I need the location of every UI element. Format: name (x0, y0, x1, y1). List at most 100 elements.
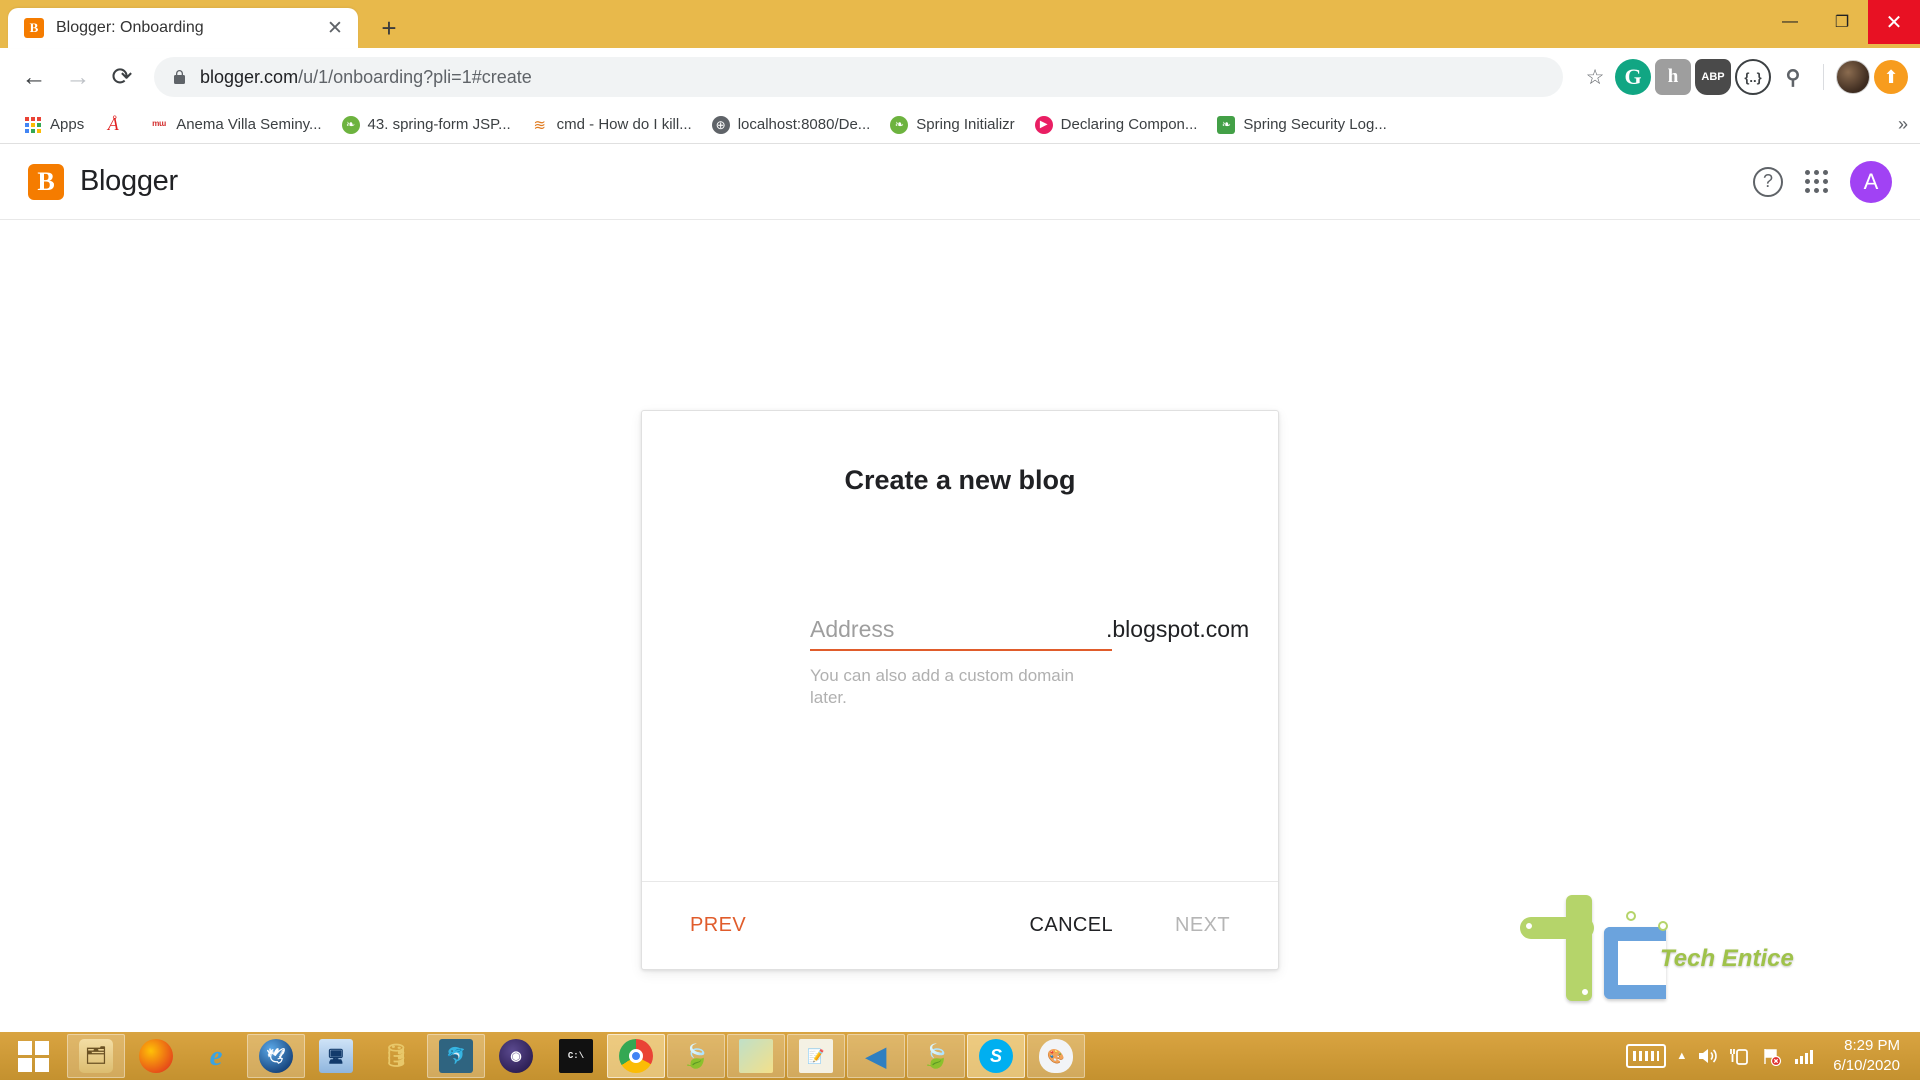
action-center-flag-icon[interactable] (1761, 1046, 1783, 1066)
watermark-letter-t (1566, 895, 1592, 1001)
taskbar-mysql-workbench[interactable]: 🐬 (427, 1034, 485, 1078)
stackoverflow-icon: ≋ (533, 116, 546, 134)
remote-desktop-icon: 🖥 (319, 1039, 353, 1073)
thunderbird-icon: 🕊 (259, 1039, 293, 1073)
show-hidden-icons-icon[interactable]: ▲ (1676, 1050, 1687, 1062)
taskbar-thunderbird[interactable]: 🕊 (247, 1034, 305, 1078)
address-input[interactable] (810, 616, 1106, 643)
maximize-button[interactable]: ❐ (1816, 0, 1868, 44)
colorpick-eyedropper-extension-icon[interactable]: ⚲ (1775, 59, 1811, 95)
clock-date: 6/10/2020 (1833, 1057, 1900, 1074)
windows-logo-icon (17, 1040, 49, 1072)
new-tab-button[interactable]: + (372, 11, 406, 45)
blogger-wordmark: Blogger (80, 165, 178, 197)
back-icon[interactable]: ← (12, 55, 56, 99)
address-hint: You can also add a custom domain later. (810, 666, 1074, 707)
grammarly-extension-icon[interactable]: G (1615, 59, 1651, 95)
bookmark-label: Spring Initializr (916, 116, 1015, 133)
taskbar-visual-studio-code[interactable]: ◀ (847, 1034, 905, 1078)
profile-avatar[interactable] (1836, 60, 1870, 94)
bookmarks-bar: Apps Å ᵐᵚ Anema Villa Seminy... ❧ 43. sp… (0, 106, 1920, 144)
bookmark-apps[interactable]: Apps (14, 110, 94, 140)
taskbar-command-prompt[interactable]: C:\ (547, 1034, 605, 1078)
clock-time: 8:29 PM (1844, 1037, 1900, 1055)
json-viewer-extension-icon[interactable]: {..} (1735, 59, 1771, 95)
blogger-header: B Blogger ? A (0, 144, 1920, 220)
keyboard-icon[interactable] (1626, 1044, 1667, 1068)
close-tab-icon[interactable]: ✕ (322, 15, 348, 41)
bookmark-label: Declaring Compon... (1060, 116, 1198, 133)
bookmark-star-icon[interactable]: ☆ (1575, 65, 1615, 90)
create-blog-dialog: Create a new blog .blogspot.com You can … (641, 410, 1279, 970)
vscode-icon: ◀ (866, 1040, 886, 1071)
prev-button[interactable]: PREV (676, 904, 760, 947)
taskbar-clock[interactable]: 8:29 PM 6/10/2020 (1827, 1036, 1912, 1076)
bookmark-spring-security-login[interactable]: ❧ Spring Security Log... (1207, 110, 1396, 140)
taskbar-firefox[interactable] (127, 1034, 185, 1078)
spring-leaf-icon: 🍃 (921, 1042, 951, 1069)
adblock-shield-extension-icon[interactable]: ABP (1695, 59, 1731, 95)
bookmark-acrobat[interactable]: Å (94, 110, 140, 140)
help-button[interactable]: ? (1744, 158, 1792, 206)
taskbar-google-chrome[interactable] (607, 1034, 665, 1078)
bookmark-spring-form-jsp[interactable]: ❧ 43. spring-form JSP... (332, 110, 521, 140)
taskbar-file-explorer[interactable]: 🗂 (67, 1034, 125, 1078)
minimize-button[interactable]: — (1764, 0, 1816, 44)
taskbar-paint[interactable]: 🎨 (1027, 1034, 1085, 1078)
address-suffix: .blogspot.com (1106, 616, 1250, 642)
watermark-letter-e (1604, 927, 1666, 999)
next-button[interactable]: NEXT (1161, 904, 1244, 947)
bookmark-declaring-components[interactable]: ▶ Declaring Compon... (1025, 110, 1208, 140)
taskbar-sql-developer[interactable]: 🛢 (367, 1034, 425, 1078)
bookmarks-overflow-icon[interactable]: » (1898, 114, 1908, 135)
url-text: blogger.com/u/1/onboarding?pli=1#create (200, 67, 532, 88)
close-window-button[interactable]: ✕ (1868, 0, 1920, 44)
paint-palette-icon: 🎨 (1039, 1039, 1073, 1073)
lock-icon[interactable] (168, 69, 190, 85)
taskbar-sticky-notes[interactable] (727, 1034, 785, 1078)
notepad-icon: 📝 (799, 1039, 833, 1073)
hypothesis-extension-icon[interactable]: h (1655, 59, 1691, 95)
skype-icon: S (979, 1039, 1013, 1073)
bookmark-label: Spring Security Log... (1243, 116, 1387, 133)
start-button[interactable] (0, 1032, 66, 1080)
sql-developer-icon: 🛢 (382, 1043, 410, 1068)
url-domain: blogger.com (200, 66, 299, 87)
command-prompt-icon: C:\ (559, 1039, 593, 1073)
bookmark-anema-villa[interactable]: ᵐᵚ Anema Villa Seminy... (140, 110, 331, 140)
network-signal-icon[interactable] (1793, 1046, 1817, 1066)
spring-leaf-icon: ❧ (341, 115, 360, 134)
chrome-menu-icon[interactable]: ⬆ (1874, 60, 1908, 94)
tab-strip: B Blogger: Onboarding ✕ + — ❐ ✕ (0, 0, 1920, 48)
sticky-notes-icon (739, 1039, 773, 1073)
blogger-logo-icon[interactable]: B (28, 163, 64, 200)
taskbar-spring-tool-suite-2[interactable]: 🍃 (907, 1034, 965, 1078)
taskbar-notepad-plus[interactable]: 📝 (787, 1034, 845, 1078)
reload-icon[interactable]: ⟳ (100, 55, 144, 99)
forward-icon[interactable]: → (56, 55, 100, 99)
system-tray: ▲ 8:29 PM 6/10/2020 (1626, 1036, 1920, 1076)
bookmark-localhost-8080[interactable]: ⊕ localhost:8080/De... (702, 110, 881, 140)
taskbar-remote-desktop[interactable]: 🖥 (307, 1034, 365, 1078)
tab-blogger-onboarding[interactable]: B Blogger: Onboarding ✕ (8, 8, 358, 48)
taskbar-internet-explorer[interactable]: e (187, 1034, 245, 1078)
bookmark-spring-initializr[interactable]: ❧ Spring Initializr (880, 110, 1024, 140)
address-bar[interactable]: blogger.com/u/1/onboarding?pli=1#create (154, 57, 1563, 97)
bookmark-label: localhost:8080/De... (737, 116, 871, 133)
account-avatar[interactable]: A (1850, 160, 1892, 203)
watermark-text: Tech Entice (1660, 945, 1794, 972)
blogger-favicon-icon: B (24, 18, 44, 38)
taskbar-eclipse[interactable]: ◉ (487, 1034, 545, 1078)
blogger-page: B Blogger ? A Create a new blog Address … (0, 144, 1920, 1001)
mw-icon: ᵐᵚ (152, 117, 166, 132)
taskbar-spring-tool-suite[interactable]: 🍃 (667, 1034, 725, 1078)
taskbar-skype[interactable]: S (967, 1034, 1025, 1078)
battery-icon[interactable] (1729, 1046, 1751, 1066)
bookmark-cmd-how-do-i-kill[interactable]: ≋ cmd - How do I kill... (521, 110, 702, 140)
google-apps-button[interactable] (1792, 158, 1840, 206)
address-field-row: .blogspot.com (810, 616, 1249, 651)
cancel-button[interactable]: CANCEL (1016, 904, 1128, 947)
watermark-node-dot (1626, 911, 1636, 921)
volume-icon[interactable] (1697, 1046, 1719, 1066)
windows-taskbar: 🗂 e 🕊 🖥 🛢 🐬 ◉ C:\ 🍃 📝 ◀ 🍃 S 🎨 ▲ 8:29 PM … (0, 1032, 1920, 1080)
